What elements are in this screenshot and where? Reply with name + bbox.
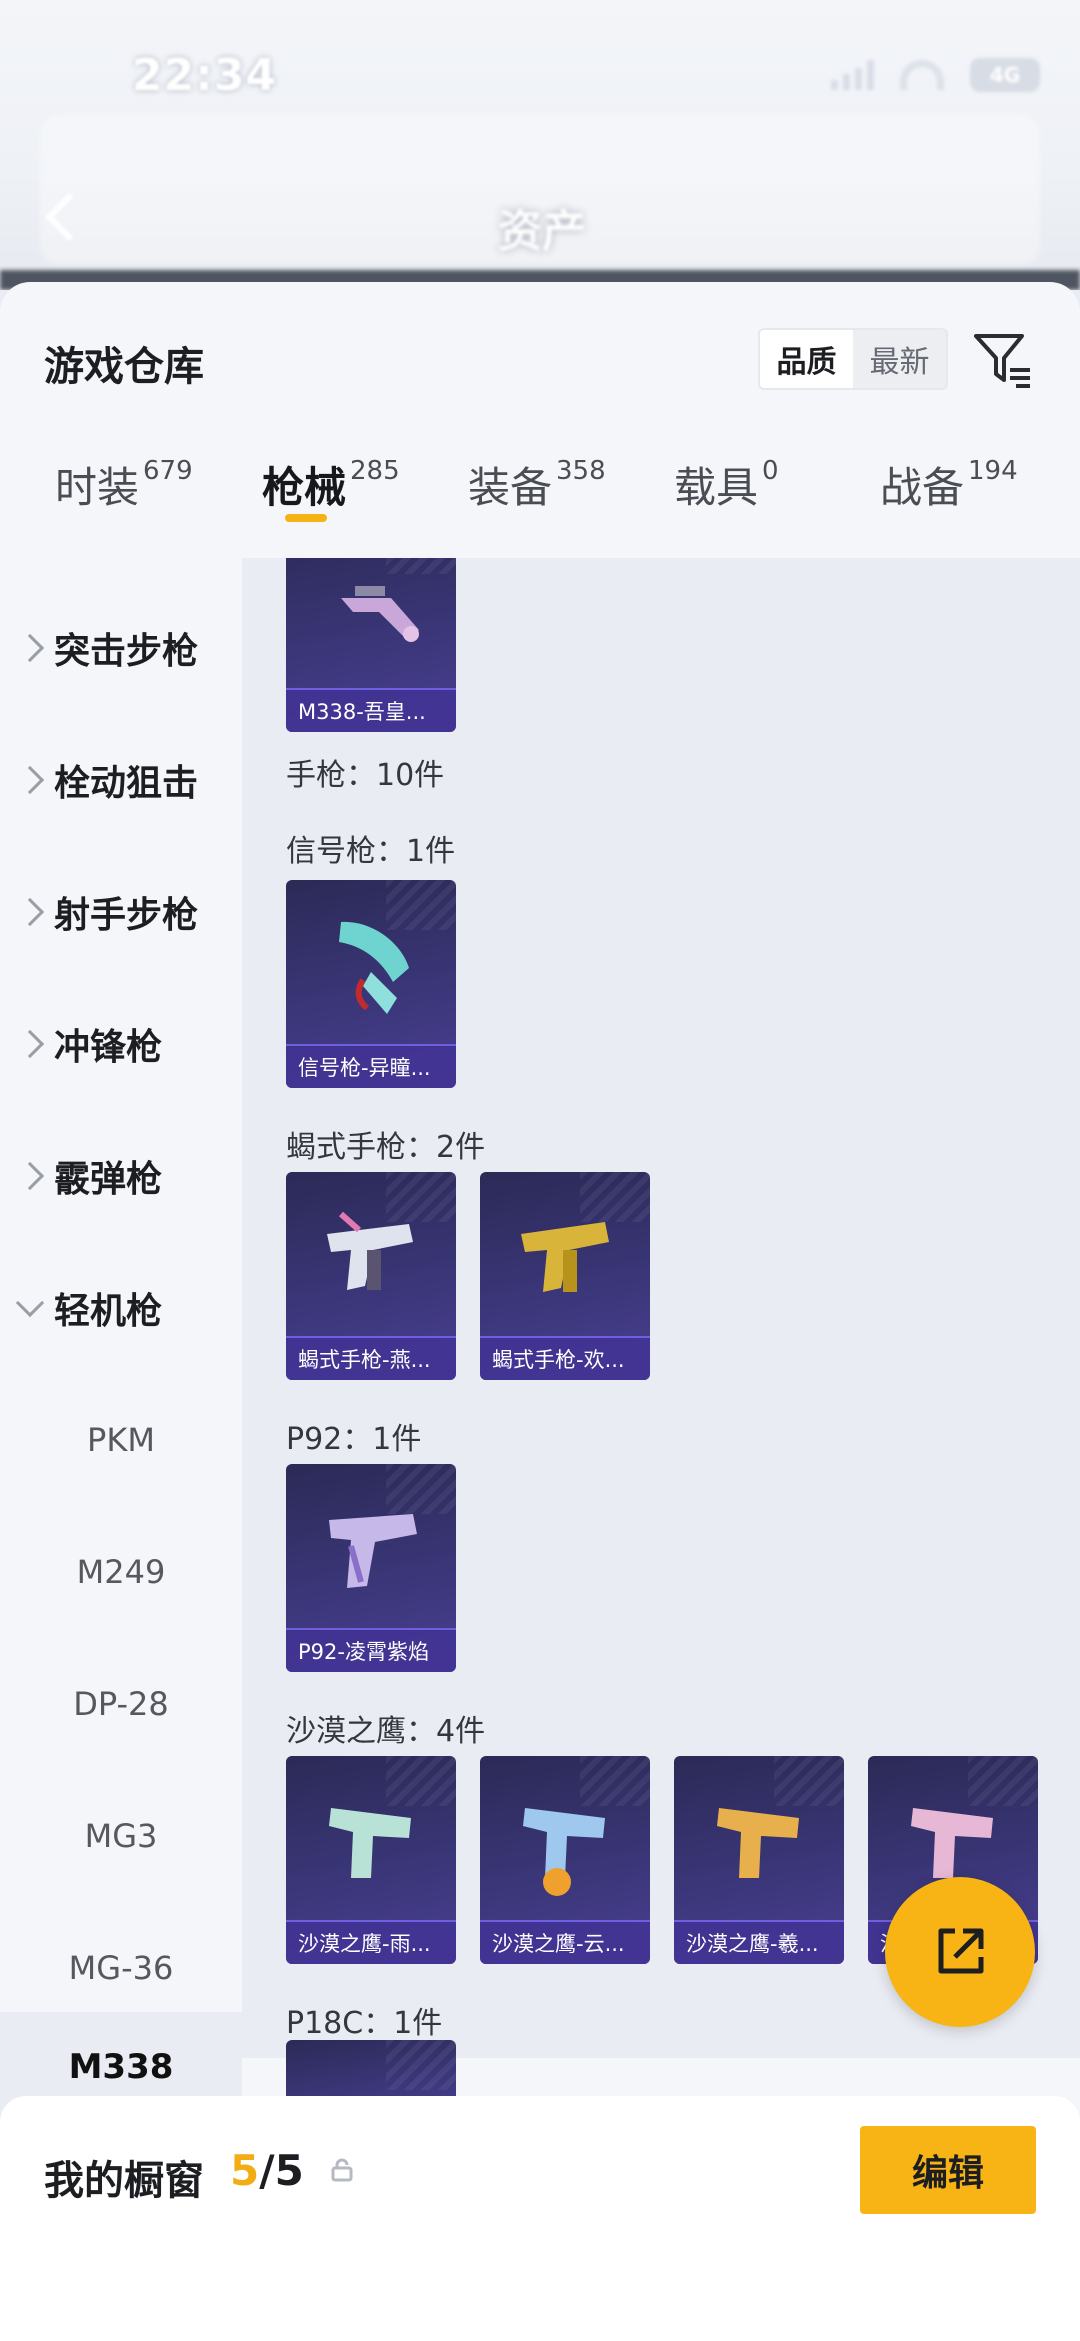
sidebar-subitem-dp28[interactable]: DP-28 [0, 1664, 242, 1744]
warehouse-sheet: 游戏仓库 品质 最新 时装 679 枪械 285 装备 358 载具 0 战备 194 突… [0, 282, 1080, 2341]
item-card-name: P92-凌霄紫焰 [286, 1628, 456, 1672]
tab-label: 载具 [674, 463, 759, 512]
sidebar-item-label: 栓动狙击 [54, 763, 199, 804]
edit-button[interactable]: 编辑 [860, 2126, 1036, 2214]
sidebar-item-lmg[interactable]: 轻机枪 [0, 1268, 242, 1348]
status-bar: 22:34 4G [0, 0, 1080, 110]
tab-count: 285 [350, 456, 400, 486]
item-card[interactable]: 信号枪-异瞳... [286, 880, 456, 1088]
chevron-right-icon [15, 1161, 45, 1191]
sidebar-item-label: 突击步枪 [54, 631, 199, 672]
group-label-pistol: 手枪：10件 [286, 758, 445, 793]
chevron-right-icon [15, 897, 45, 927]
app-title: 资产 [498, 206, 586, 257]
sidebar-subitem-m249[interactable]: M249 [0, 1532, 242, 1612]
item-card-name: 沙漠之鹰-云... [480, 1920, 650, 1964]
showcase-label: 我的橱窗 [44, 2158, 204, 2204]
sidebar-item-label: 冲锋枪 [54, 1027, 163, 1068]
showcase-count: 5/5 [230, 2146, 304, 2195]
item-card[interactable]: M338-吾皇... [286, 558, 456, 732]
group-label-p18c: P18C：1件 [286, 2006, 443, 2041]
sidebar-item-dmr[interactable]: 射手步枪 [0, 872, 242, 952]
status-icons: 4G [831, 58, 1040, 92]
sidebar-subitem-pkm[interactable]: PKM [0, 1400, 242, 1480]
tab-equipment[interactable]: 装备 358 [468, 454, 606, 515]
item-card-name: 蝎式手枪-燕... [286, 1336, 456, 1380]
item-card-name: M338-吾皇... [286, 688, 456, 732]
desert-eagle-icon [329, 1808, 411, 1878]
sidebar-item-assault-rifle[interactable]: 突击步枪 [0, 608, 242, 688]
battery-icon: 4G [970, 58, 1040, 92]
lmg-weapon-icon [341, 586, 419, 642]
tab-vehicles[interactable]: 载具 0 [674, 454, 779, 515]
sidebar-item-label: 霰弹枪 [54, 1159, 163, 1200]
card-pattern [386, 2040, 456, 2090]
p92-pistol-icon [329, 1514, 417, 1588]
sidebar-item-shotgun[interactable]: 霰弹枪 [0, 1136, 242, 1216]
item-card[interactable]: 蝎式手枪-燕... [286, 1172, 456, 1380]
tab-count: 679 [143, 456, 193, 486]
lock-icon [331, 2158, 353, 2182]
sort-option-newest[interactable]: 最新 [853, 330, 946, 388]
sort-option-quality[interactable]: 品质 [760, 330, 853, 388]
group-label-desert-eagle: 沙漠之鹰：4件 [286, 1714, 486, 1749]
desert-eagle-icon [523, 1808, 605, 1896]
scorpion-pistol-icon [521, 1222, 609, 1292]
showcase-count-total: /5 [259, 2146, 304, 2195]
sidebar-item-label: 射手步枪 [54, 895, 199, 936]
signal-icon [831, 60, 874, 90]
share-fab-button[interactable] [885, 1877, 1035, 2027]
item-grid: M338-吾皇... 手枪：10件 信号枪：1件 信号枪-异瞳... 蝎式手枪：… [242, 558, 1080, 2058]
item-card[interactable]: 沙漠之鹰-云... [480, 1756, 650, 1964]
group-label-p92: P92：1件 [286, 1422, 422, 1457]
external-link-icon [938, 1928, 984, 1974]
sort-toggle: 品质 最新 [758, 328, 948, 390]
item-card[interactable]: 沙漠之鹰-雨... [286, 1756, 456, 1964]
category-tabs: 时装 679 枪械 285 装备 358 载具 0 战备 194 [0, 432, 1080, 532]
item-card[interactable]: 蝎式手枪-欢... [480, 1172, 650, 1380]
tab-label: 装备 [468, 463, 553, 512]
chevron-down-icon [15, 1288, 45, 1318]
tab-label: 时装 [55, 463, 140, 512]
item-card[interactable]: P92-凌霄紫焰 [286, 1464, 456, 1672]
active-tab-indicator [285, 514, 327, 522]
tab-firearms[interactable]: 枪械 285 [262, 454, 400, 515]
tab-fashion[interactable]: 时装 679 [55, 454, 193, 515]
item-card-name: 蝎式手枪-欢... [480, 1336, 650, 1380]
flare-gun-icon [339, 921, 409, 1014]
chevron-right-icon [15, 633, 45, 663]
sidebar-subitem-mg3[interactable]: MG3 [0, 1796, 242, 1876]
tab-count: 358 [556, 456, 606, 486]
group-label-flare-gun: 信号枪：1件 [286, 834, 456, 869]
sidebar-subitem-mg36[interactable]: MG-36 [0, 1928, 242, 2008]
desert-eagle-icon [717, 1808, 799, 1878]
wifi-icon [900, 60, 944, 90]
scorpion-pistol-icon [327, 1211, 413, 1290]
item-card-name: 信号枪-异瞳... [286, 1044, 456, 1088]
tab-label: 战备 [880, 463, 965, 512]
tab-count: 194 [968, 456, 1018, 486]
sidebar-item-smg[interactable]: 冲锋枪 [0, 1004, 242, 1084]
tab-label: 枪械 [262, 463, 347, 512]
filter-icon[interactable] [972, 328, 1034, 390]
showcase-bar: 我的橱窗 5/5 编辑 [0, 2096, 1080, 2341]
status-time: 22:34 [132, 50, 278, 101]
item-card-name: 沙漠之鹰-雨... [286, 1920, 456, 1964]
group-label-scorpion: 蝎式手枪：2件 [286, 1130, 486, 1165]
sidebar-item-label: 轻机枪 [54, 1291, 163, 1332]
showcase-count-used: 5 [230, 2146, 260, 2195]
sheet-title: 游戏仓库 [44, 344, 204, 390]
tab-count: 0 [762, 456, 779, 486]
chevron-right-icon [15, 765, 45, 795]
tab-supplies[interactable]: 战备 194 [880, 454, 1018, 515]
item-card[interactable]: 沙漠之鹰-羲... [674, 1756, 844, 1964]
sidebar-item-bolt-sniper[interactable]: 栓动狙击 [0, 740, 242, 820]
weapon-category-sidebar: 突击步枪 栓动狙击 射手步枪 冲锋枪 霰弹枪 轻机枪 PKM M249 DP-2… [0, 558, 242, 2058]
chevron-right-icon [15, 1029, 45, 1059]
item-card-name: 沙漠之鹰-羲... [674, 1920, 844, 1964]
blurred-background-header: 22:34 4G 资产 [0, 0, 1080, 290]
